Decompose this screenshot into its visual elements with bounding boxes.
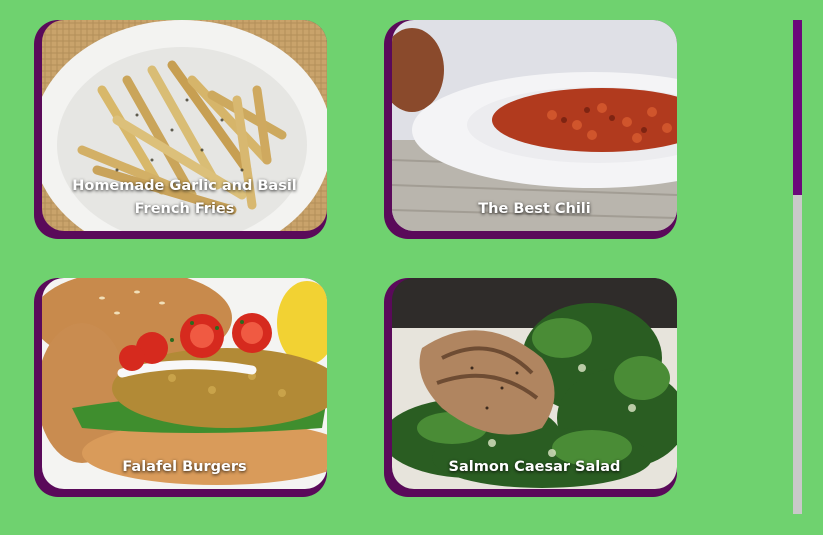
recipe-card-french-fries[interactable]: Homemade Garlic and Basil French Fries xyxy=(34,20,327,239)
recipe-card-falafel-burgers[interactable]: Falafel Burgers xyxy=(34,278,327,497)
recipe-card-salmon-caesar-salad[interactable]: Salmon Caesar Salad xyxy=(384,278,677,497)
recipe-title: Salmon Caesar Salad xyxy=(448,459,621,475)
recipe-title: Falafel Burgers xyxy=(122,459,247,475)
recipe-card-chili[interactable]: The Best Chili xyxy=(384,20,677,239)
recipe-image-chili: The Best Chili xyxy=(392,20,677,231)
recipe-image-french-fries: Homemade Garlic and Basil French Fries xyxy=(42,20,327,231)
recipe-image-salmon-caesar-salad: Salmon Caesar Salad xyxy=(392,278,677,489)
recipe-title: The Best Chili xyxy=(478,201,591,217)
scrollbar-thumb[interactable] xyxy=(793,20,802,195)
scrollbar-track[interactable] xyxy=(793,20,802,514)
recipe-image-falafel-burgers: Falafel Burgers xyxy=(42,278,327,489)
recipe-title: Homemade Garlic and Basil French Fries xyxy=(72,178,297,217)
